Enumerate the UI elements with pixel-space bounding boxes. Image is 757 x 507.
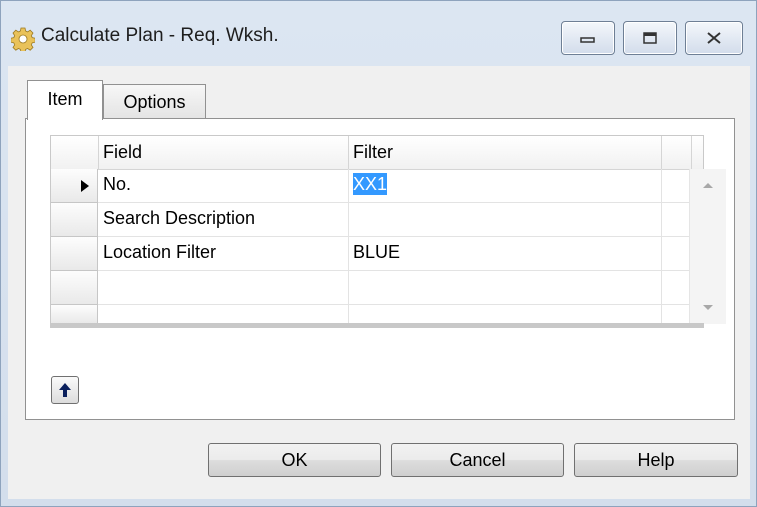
filter-grid: Field Filter No. XX1 Search Description xyxy=(50,135,726,324)
restore-icon xyxy=(643,32,657,44)
close-button[interactable] xyxy=(685,21,743,55)
gear-icon xyxy=(11,27,35,51)
filter-cell[interactable] xyxy=(349,203,662,237)
filter-cell[interactable]: XX1 xyxy=(349,169,662,203)
restore-button[interactable] xyxy=(623,21,677,55)
header-selector xyxy=(51,136,99,169)
minimize-button[interactable] xyxy=(561,21,615,55)
move-up-button[interactable] xyxy=(51,376,79,404)
minimize-icon xyxy=(580,37,595,43)
column-header-filter[interactable]: Filter xyxy=(349,136,662,169)
scroll-down-arrow-icon[interactable] xyxy=(702,304,714,312)
field-cell[interactable]: No. xyxy=(99,169,349,203)
vertical-scrollbar[interactable] xyxy=(689,169,726,324)
current-row-arrow-icon xyxy=(81,180,89,192)
table-row[interactable]: Location Filter BLUE xyxy=(51,237,703,271)
ok-button[interactable]: OK xyxy=(208,443,381,477)
row-selector[interactable] xyxy=(51,203,98,237)
tab-panel-item: Field Filter No. XX1 Search Description xyxy=(25,118,735,420)
row-selector[interactable] xyxy=(51,237,98,271)
grid-bottom-bar xyxy=(50,323,704,328)
row-selector[interactable] xyxy=(51,305,98,324)
close-icon xyxy=(707,32,721,44)
arrow-up-icon xyxy=(59,383,71,397)
filter-value-selected[interactable]: XX1 xyxy=(353,173,388,195)
row-selector[interactable] xyxy=(51,169,98,203)
filter-cell[interactable] xyxy=(349,305,662,324)
help-button[interactable]: Help xyxy=(574,443,738,477)
dialog-window: Calculate Plan - Req. Wksh. Item Options… xyxy=(0,0,757,507)
field-cell[interactable] xyxy=(99,271,349,305)
tab-options[interactable]: Options xyxy=(103,84,206,118)
field-cell[interactable]: Location Filter xyxy=(99,237,349,271)
filter-cell[interactable] xyxy=(349,271,662,305)
row-selector[interactable] xyxy=(51,271,98,305)
tab-item[interactable]: Item xyxy=(27,80,103,120)
dialog-client: Item Options Field Filter No. XX1 Search… xyxy=(8,66,750,499)
grid-header: Field Filter xyxy=(51,136,703,170)
column-header-field[interactable]: Field xyxy=(99,136,349,169)
field-cell[interactable]: Search Description xyxy=(99,203,349,237)
table-row[interactable]: No. XX1 xyxy=(51,169,703,203)
cancel-button[interactable]: Cancel xyxy=(391,443,564,477)
filter-cell[interactable]: BLUE xyxy=(349,237,662,271)
header-extra xyxy=(662,136,692,169)
table-row[interactable] xyxy=(51,305,703,324)
scroll-up-arrow-icon[interactable] xyxy=(702,181,714,189)
window-title: Calculate Plan - Req. Wksh. xyxy=(41,25,279,46)
field-cell[interactable] xyxy=(99,305,349,324)
table-row[interactable] xyxy=(51,271,703,305)
table-row[interactable]: Search Description xyxy=(51,203,703,237)
